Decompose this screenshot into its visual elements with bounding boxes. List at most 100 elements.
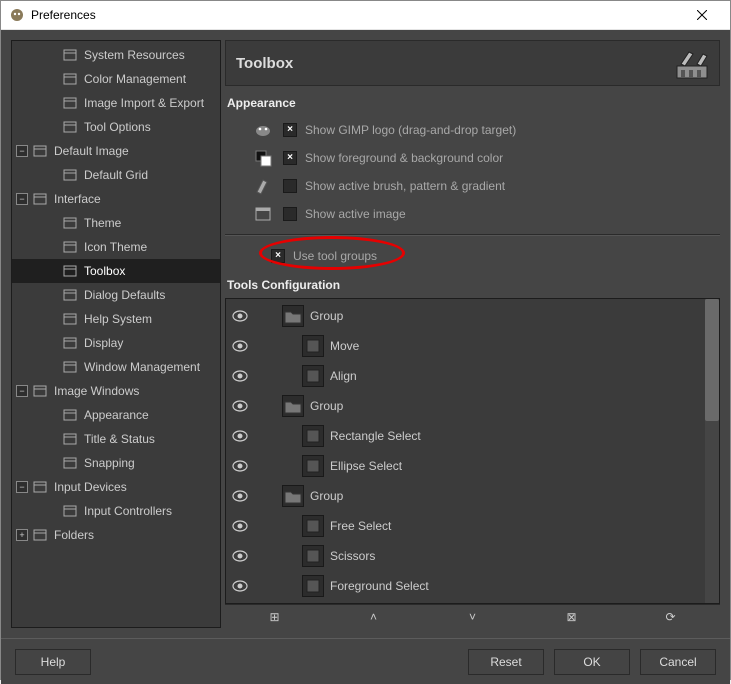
toolbox-panel: Toolbox Appearance ×Show GIMP logo (drag… bbox=[225, 40, 720, 628]
sidebar-item-icon-theme[interactable]: Icon Theme bbox=[12, 235, 220, 259]
sidebar-item-label: Interface bbox=[54, 192, 101, 206]
use-tool-groups-label: Use tool groups bbox=[293, 249, 377, 263]
tools-configuration-area: Group Move Align Group Rectangle SelectEllip… bbox=[225, 298, 720, 604]
sidebar-item-snapping[interactable]: Snapping bbox=[12, 451, 220, 475]
tool-label: Foreground Select bbox=[330, 579, 429, 593]
collapse-icon[interactable]: − bbox=[16, 481, 28, 493]
sidebar-item-icon bbox=[62, 359, 78, 375]
reset-button[interactable]: Reset bbox=[468, 649, 544, 675]
collapse-icon[interactable]: − bbox=[16, 385, 28, 397]
expand-icon[interactable]: + bbox=[16, 529, 28, 541]
delete-button[interactable]: ⊠ bbox=[552, 608, 592, 626]
tool-row[interactable]: Scissors bbox=[226, 541, 705, 571]
tools-list[interactable]: Group Move Align Group Rectangle SelectEllip… bbox=[226, 299, 705, 603]
use-tool-groups-checkbox[interactable]: × bbox=[271, 249, 285, 263]
visibility-eye-icon[interactable] bbox=[226, 550, 254, 562]
option-checkbox[interactable] bbox=[283, 207, 297, 221]
sidebar-item-default-grid[interactable]: Default Grid bbox=[12, 163, 220, 187]
folder-icon bbox=[282, 305, 304, 327]
collapse-icon[interactable]: − bbox=[16, 145, 28, 157]
option-checkbox[interactable]: × bbox=[283, 151, 297, 165]
reset-tools-button[interactable]: ⟳ bbox=[651, 608, 691, 626]
ok-button[interactable]: OK bbox=[554, 649, 630, 675]
sidebar-item-icon bbox=[62, 407, 78, 423]
option-checkbox[interactable]: × bbox=[283, 123, 297, 137]
sidebar-item-folders[interactable]: +Folders bbox=[12, 523, 220, 547]
visibility-eye-icon[interactable] bbox=[226, 310, 254, 322]
close-button[interactable] bbox=[682, 1, 722, 29]
visibility-eye-icon[interactable] bbox=[226, 430, 254, 442]
visibility-eye-icon[interactable] bbox=[226, 400, 254, 412]
tool-label: Align bbox=[330, 369, 357, 383]
sidebar-item-icon bbox=[62, 263, 78, 279]
sidebar-item-theme[interactable]: Theme bbox=[12, 211, 220, 235]
tree-spacer bbox=[46, 313, 58, 325]
move-down-button[interactable]: ˅ bbox=[453, 608, 493, 626]
sidebar-item-interface[interactable]: − Interface bbox=[12, 187, 220, 211]
tool-row[interactable]: Ellipse Select bbox=[226, 451, 705, 481]
sidebar-item-image-windows[interactable]: −Image Windows bbox=[12, 379, 220, 403]
sidebar-item-icon bbox=[62, 503, 78, 519]
visibility-eye-icon[interactable] bbox=[226, 580, 254, 592]
cancel-button[interactable]: Cancel bbox=[640, 649, 716, 675]
help-button[interactable]: Help bbox=[15, 649, 91, 675]
tool-row[interactable]: Rectangle Select bbox=[226, 421, 705, 451]
sidebar-item-icon bbox=[62, 215, 78, 231]
new-group-button[interactable]: ⊞ bbox=[255, 608, 295, 626]
sidebar-item-input-controllers[interactable]: Input Controllers bbox=[12, 499, 220, 523]
tree-spacer bbox=[46, 241, 58, 253]
collapse-icon[interactable]: − bbox=[16, 193, 28, 205]
tool-label: Group bbox=[310, 399, 343, 413]
sidebar-item-default-image[interactable]: −Default Image bbox=[12, 139, 220, 163]
tool-group-row[interactable]: Group bbox=[226, 481, 705, 511]
sidebar-item-label: Title & Status bbox=[84, 432, 155, 446]
tree-spacer bbox=[46, 97, 58, 109]
preferences-tree[interactable]: System ResourcesColor ManagementImage Im… bbox=[12, 41, 220, 549]
sidebar-item-icon bbox=[62, 287, 78, 303]
option-label: Show active brush, pattern & gradient bbox=[305, 179, 505, 193]
tree-spacer bbox=[46, 73, 58, 85]
visibility-eye-icon[interactable] bbox=[226, 520, 254, 532]
tool-icon bbox=[302, 545, 324, 567]
sidebar-item-system-resources[interactable]: System Resources bbox=[12, 43, 220, 67]
tree-spacer bbox=[46, 409, 58, 421]
sidebar-item-label: Tool Options bbox=[84, 120, 151, 134]
tool-row[interactable]: Align bbox=[226, 361, 705, 391]
visibility-eye-icon[interactable] bbox=[226, 340, 254, 352]
sidebar-item-color-management[interactable]: Color Management bbox=[12, 67, 220, 91]
content-area: System ResourcesColor ManagementImage Im… bbox=[1, 30, 730, 684]
visibility-eye-icon[interactable] bbox=[226, 370, 254, 382]
tools-scrollbar[interactable] bbox=[705, 299, 719, 603]
window-title: Preferences bbox=[31, 8, 682, 22]
visibility-eye-icon[interactable] bbox=[226, 490, 254, 502]
sidebar-item-input-devices[interactable]: −Input Devices bbox=[12, 475, 220, 499]
folder-icon bbox=[282, 485, 304, 507]
sidebar-item-icon bbox=[32, 527, 48, 543]
tool-row[interactable]: Move bbox=[226, 331, 705, 361]
visibility-eye-icon[interactable] bbox=[226, 460, 254, 472]
sidebar-item-dialog-defaults[interactable]: Dialog Defaults bbox=[12, 283, 220, 307]
sidebar-item-help-system[interactable]: Help System bbox=[12, 307, 220, 331]
tool-icon bbox=[302, 455, 324, 477]
tool-label: Scissors bbox=[330, 549, 375, 563]
option-checkbox[interactable] bbox=[283, 179, 297, 193]
use-tool-groups-row: × Use tool groups bbox=[225, 242, 720, 270]
scrollbar-thumb[interactable] bbox=[705, 299, 719, 421]
sidebar-item-title-status[interactable]: Title & Status bbox=[12, 427, 220, 451]
sidebar-item-display[interactable]: Display bbox=[12, 331, 220, 355]
tool-group-row[interactable]: Group bbox=[226, 391, 705, 421]
tool-row[interactable]: Foreground Select bbox=[226, 571, 705, 601]
sidebar-item-image-import-export[interactable]: Image Import & Export bbox=[12, 91, 220, 115]
move-up-button[interactable]: ˄ bbox=[354, 608, 394, 626]
sidebar-item-label: Theme bbox=[84, 216, 121, 230]
tool-label: Move bbox=[330, 339, 359, 353]
sidebar-item-window-management[interactable]: Window Management bbox=[12, 355, 220, 379]
sidebar-item-toolbox[interactable]: Toolbox bbox=[12, 259, 220, 283]
sidebar-item-tool-options[interactable]: Tool Options bbox=[12, 115, 220, 139]
tool-row[interactable]: Free Select bbox=[226, 511, 705, 541]
tree-spacer bbox=[46, 265, 58, 277]
appearance-options: ×Show GIMP logo (drag-and-drop target)×S… bbox=[225, 116, 720, 228]
tool-group-row[interactable]: Group bbox=[226, 301, 705, 331]
sidebar-item-appearance[interactable]: Appearance bbox=[12, 403, 220, 427]
sidebar-item-icon bbox=[32, 143, 48, 159]
